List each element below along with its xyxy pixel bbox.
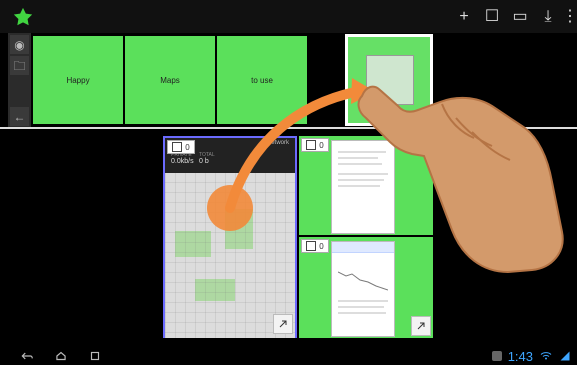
panel-left-expand[interactable] [273,314,293,334]
wifi-icon [540,352,552,360]
clock: 1:43 [507,348,533,364]
stat-1-value: 0.0kb/s [171,158,194,165]
download-icon[interactable]: ⤓ [539,8,557,26]
thumbnail-card [348,37,430,123]
panel-document[interactable]: 0 [299,136,433,235]
square-icon[interactable]: ☐ [483,8,501,26]
document-preview [331,140,395,234]
section-divider [0,127,577,129]
app-frame: + ☐ ▭ ⤓ ⋮ ◉ 🗀 ← Happy Maps to use networ… [0,0,577,365]
panel-right-bottom-expand[interactable] [411,316,431,336]
star-icon[interactable] [12,6,34,28]
panel-network-map[interactable]: network PRIVATE 0.0kb/s TOTAL 0 b 0 [163,136,297,338]
folder-icon: 🗀 [13,58,26,73]
expand-icon [417,322,425,330]
chip-count: 0 [185,142,190,152]
chart-preview [331,241,395,337]
folder-button[interactable]: 🗀 [10,56,29,75]
expand-icon [279,320,287,328]
card-happy[interactable]: Happy [33,36,123,124]
notification-icon [491,351,502,361]
mini-map-thumbnail [366,55,414,105]
chip-count: 0 [319,241,324,251]
pencil-icon [306,241,317,251]
pencil-icon [306,140,317,150]
back-icon [21,352,33,360]
card-label: Maps [160,75,180,85]
recents-icon [90,351,100,361]
panel-right-bottom-chip[interactable]: 0 [301,239,329,253]
network-title: network [267,140,289,146]
top-actions: + ☐ ▭ ⤓ ⋮ [455,6,577,28]
home-nav-button[interactable] [52,349,70,363]
recents-nav-button[interactable] [86,349,104,363]
overflow-menu-icon[interactable]: ⋮ [562,8,577,26]
card-maps[interactable]: Maps [125,36,215,124]
card-selected-thumbnail[interactable] [345,34,433,126]
home-icon [56,351,66,361]
stat-2: TOTAL 0 b [199,152,215,165]
panel-right-top-chip[interactable]: 0 [301,138,329,152]
mini-line-chart [338,271,388,291]
back-button[interactable]: ← [10,107,29,126]
back-nav-button[interactable] [18,349,36,363]
system-navbar: 1:43 [0,346,577,365]
status-area: 1:43 [491,347,571,365]
left-toolbar: ◉ 🗀 ← [8,33,31,128]
panel-chart[interactable]: 0 [299,237,433,338]
panel-left-chip[interactable]: 0 [167,140,195,154]
signal-icon [560,351,570,361]
back-arrow-icon: ← [13,109,26,124]
circle-icon: ◉ [14,37,25,52]
card-label: Happy [66,75,90,85]
card-icon[interactable]: ▭ [511,8,529,26]
card-to-use[interactable]: to use [217,36,307,124]
stat-2-value: 0 b [199,158,209,165]
circle-button[interactable]: ◉ [10,35,29,54]
card-label: to use [251,75,273,85]
top-toolbar: + ☐ ▭ ⤓ ⋮ [0,0,577,33]
chip-count: 0 [319,140,324,150]
pencil-icon [172,142,183,152]
add-icon[interactable]: + [455,8,473,26]
